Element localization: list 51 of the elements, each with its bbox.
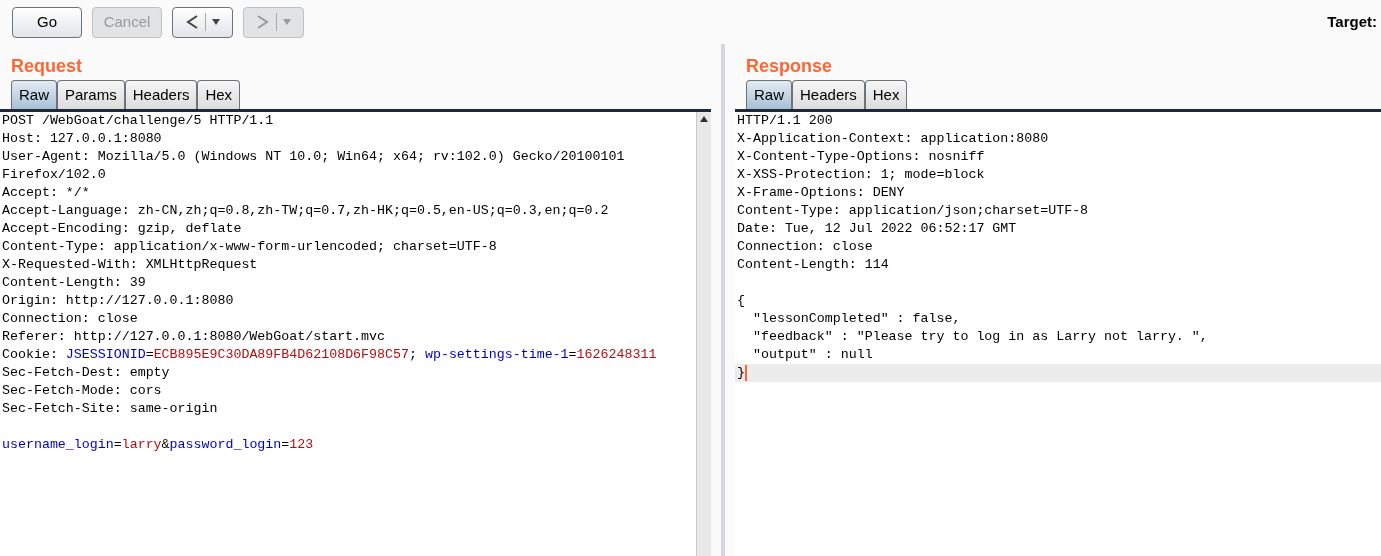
code-line: Date: Tue, 12 Jul 2022 06:52:17 GMT bbox=[737, 220, 1017, 238]
target-label: Target: bbox=[1327, 11, 1377, 32]
text-cursor bbox=[745, 365, 747, 381]
code-line: Sec-Fetch-Mode: cors bbox=[2, 382, 162, 400]
code-line: X-XSS-Protection: 1; mode=block bbox=[737, 166, 985, 184]
code-line: username_login=larry&password_login=123 bbox=[2, 436, 314, 454]
code-line: Host: 127.0.0.1:8080 bbox=[2, 130, 162, 148]
code-line: Connection: close bbox=[2, 310, 138, 328]
code-line: Connection: close bbox=[737, 238, 873, 256]
pane-title: Request bbox=[10, 55, 83, 77]
chevron-right-icon bbox=[256, 14, 270, 30]
code-line: HTTP/1.1 200 bbox=[737, 112, 833, 130]
code-line: "feedback" : "Please try to log in as Larry not larry. ", bbox=[751, 328, 1208, 346]
code-line: "lessonCompleted" : false, bbox=[751, 310, 961, 328]
toolbar-button[interactable]: Go bbox=[12, 6, 82, 38]
code-line: Sec-Fetch-Dest: empty bbox=[2, 364, 170, 382]
code-line: { bbox=[737, 292, 745, 310]
code-line: Content-Length: 114 bbox=[737, 256, 889, 274]
pane-title: Response bbox=[745, 55, 834, 77]
code-line: X-Requested-With: XMLHttpRequest bbox=[2, 256, 258, 274]
code-line: Sec-Fetch-Site: same-origin bbox=[2, 400, 218, 418]
code-line: Referer: http://127.0.0.1:8080/WebGoat/start.mvc bbox=[2, 328, 385, 346]
code-line: POST /WebGoat/challenge/5 HTTP/1.1 bbox=[2, 112, 274, 130]
tab[interactable]: Headers bbox=[792, 80, 865, 109]
code-line: User-Agent: Mozilla/5.0 (Windows NT 10.0; Win64; x64; rv:102.0) Gecko/20100101 bbox=[2, 148, 625, 166]
code-line: Content-Type: application/x-www-form-urlencoded; charset=UTF-8 bbox=[2, 238, 497, 256]
code-line: Accept-Language: zh-CN,zh;q=0.8,zh-TW;q=0.7,zh-HK;q=0.5,en-US;q=0.3,en;q=0.2 bbox=[2, 202, 609, 220]
scroll-up-icon[interactable] bbox=[700, 116, 708, 122]
code-line: X-Frame-Options: DENY bbox=[737, 184, 905, 202]
code-line: Firefox/102.0 bbox=[2, 166, 106, 184]
tab[interactable]: Raw bbox=[11, 80, 57, 109]
code-line: } bbox=[737, 364, 745, 382]
back-button[interactable] bbox=[172, 6, 233, 38]
code-line: Content-Length: 39 bbox=[2, 274, 146, 292]
tab[interactable]: Hex bbox=[197, 80, 241, 109]
code-line: Cookie: JSESSIONID=ECB895E9C30DA89FB4D62108D6F98C57; wp-settings-time-1=1626248311 bbox=[2, 346, 657, 364]
dropdown-caret-icon bbox=[212, 19, 220, 25]
code-line: Content-Type: application/json;charset=UTF-8 bbox=[737, 202, 1089, 220]
tab[interactable]: Raw bbox=[746, 80, 792, 109]
chevron-left-icon bbox=[185, 14, 199, 30]
code-line: Origin: http://127.0.0.1:8080 bbox=[2, 292, 234, 310]
tab[interactable]: Headers bbox=[124, 80, 198, 109]
code-line: X-Content-Type-Options: nosniff bbox=[737, 148, 985, 166]
code-line: Accept-Encoding: gzip, deflate bbox=[2, 220, 242, 238]
dropdown-caret-icon bbox=[283, 19, 291, 25]
code-line: X-Application-Context: application:8080 bbox=[737, 130, 1049, 148]
code-line: "output" : null bbox=[751, 346, 873, 364]
code-line: Accept: */* bbox=[2, 184, 90, 202]
tab[interactable]: Hex bbox=[864, 80, 908, 109]
scrollbar[interactable] bbox=[696, 112, 711, 556]
tab[interactable]: Params bbox=[57, 80, 125, 109]
